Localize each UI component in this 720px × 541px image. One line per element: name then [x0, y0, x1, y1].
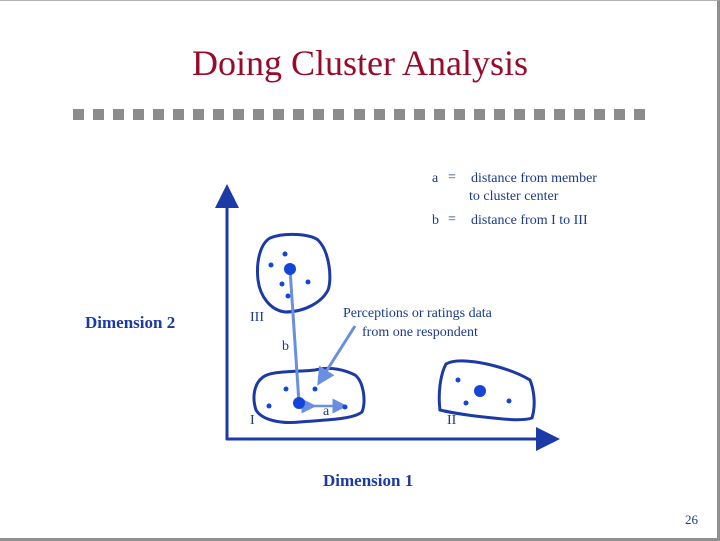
annotation-line2: from one respondent [362, 325, 478, 340]
cluster-i-outline [252, 366, 366, 424]
cluster-i-point [312, 386, 318, 392]
distance-b-line [288, 268, 301, 404]
cluster-ii-center [474, 385, 486, 397]
cluster-iii-point [279, 281, 285, 287]
cluster-iii-point [282, 251, 288, 257]
cluster-ii-label: II [447, 413, 457, 428]
cluster-iii-center [284, 263, 296, 275]
cluster-i-center [293, 397, 305, 409]
cluster-diagram [215, 184, 560, 451]
cluster-iii-label: III [250, 310, 264, 325]
cluster-ii-point [463, 400, 469, 406]
x-axis-label: Dimension 1 [323, 471, 414, 490]
y-axis-label: Dimension 2 [85, 313, 176, 332]
cluster-ii-point [455, 377, 461, 383]
cluster-ii-point [506, 398, 512, 404]
annotation-line1: Perceptions or ratings data [343, 306, 492, 321]
distance-b-label: b [282, 339, 289, 354]
distance-a-label: a [323, 404, 330, 419]
page-number: 26 [685, 512, 698, 527]
cluster-iii-point [305, 279, 311, 285]
cluster-i-point [283, 386, 289, 392]
cluster-i-label: I [250, 413, 255, 428]
cluster-ii-outline [437, 359, 536, 422]
cluster-i-point [266, 403, 272, 409]
cluster-iii-point [285, 293, 291, 299]
cluster-iii-point [268, 262, 274, 268]
cluster-i-point [342, 404, 348, 410]
